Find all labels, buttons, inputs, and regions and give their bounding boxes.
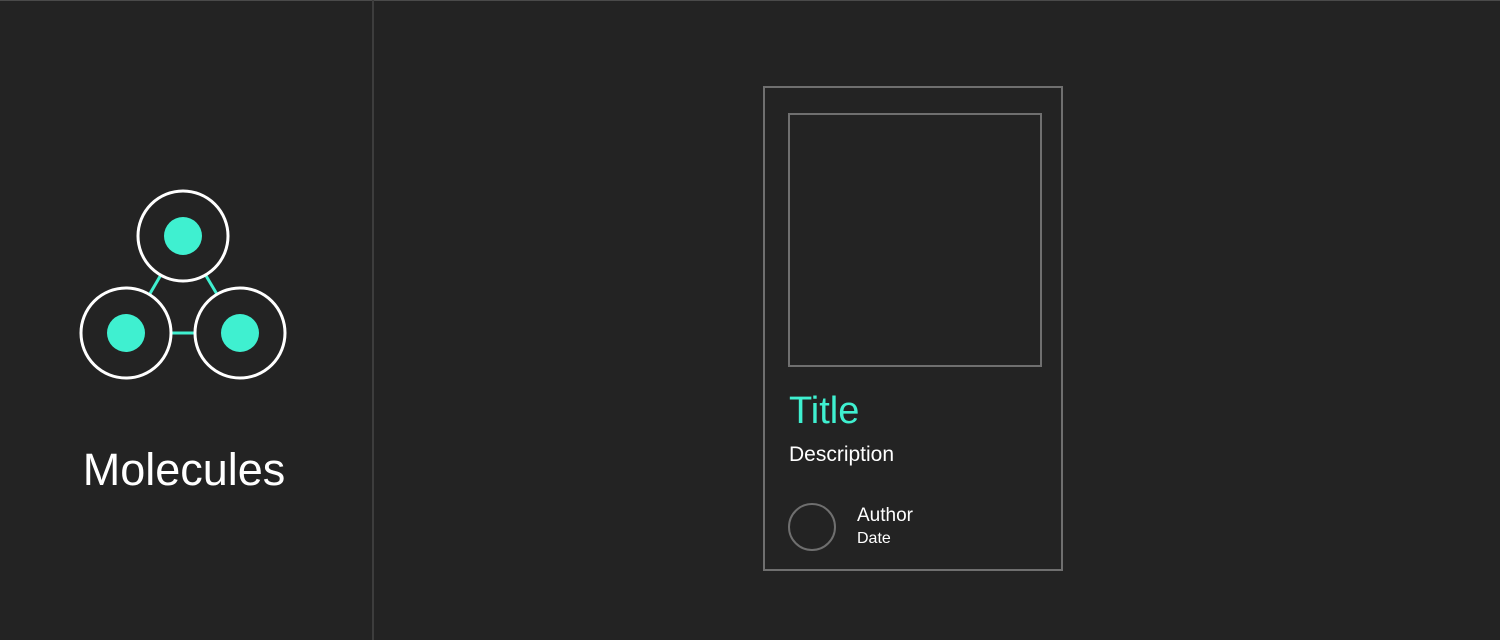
atom-core-left	[107, 314, 145, 352]
molecules-icon	[79, 189, 287, 380]
panel-divider	[372, 0, 374, 640]
author-name: Author	[857, 505, 913, 526]
post-date: Date	[857, 530, 891, 547]
author-avatar	[788, 503, 836, 551]
card-image-placeholder	[788, 113, 1042, 367]
atom-core-right	[221, 314, 259, 352]
content-card[interactable]: Title Description Author Date	[763, 86, 1063, 571]
card-description: Description	[789, 443, 895, 466]
category-panel: Molecules	[0, 0, 372, 640]
card-title: Title	[789, 390, 860, 432]
section-title: Molecules	[82, 444, 286, 495]
atom-core-top	[164, 217, 202, 255]
